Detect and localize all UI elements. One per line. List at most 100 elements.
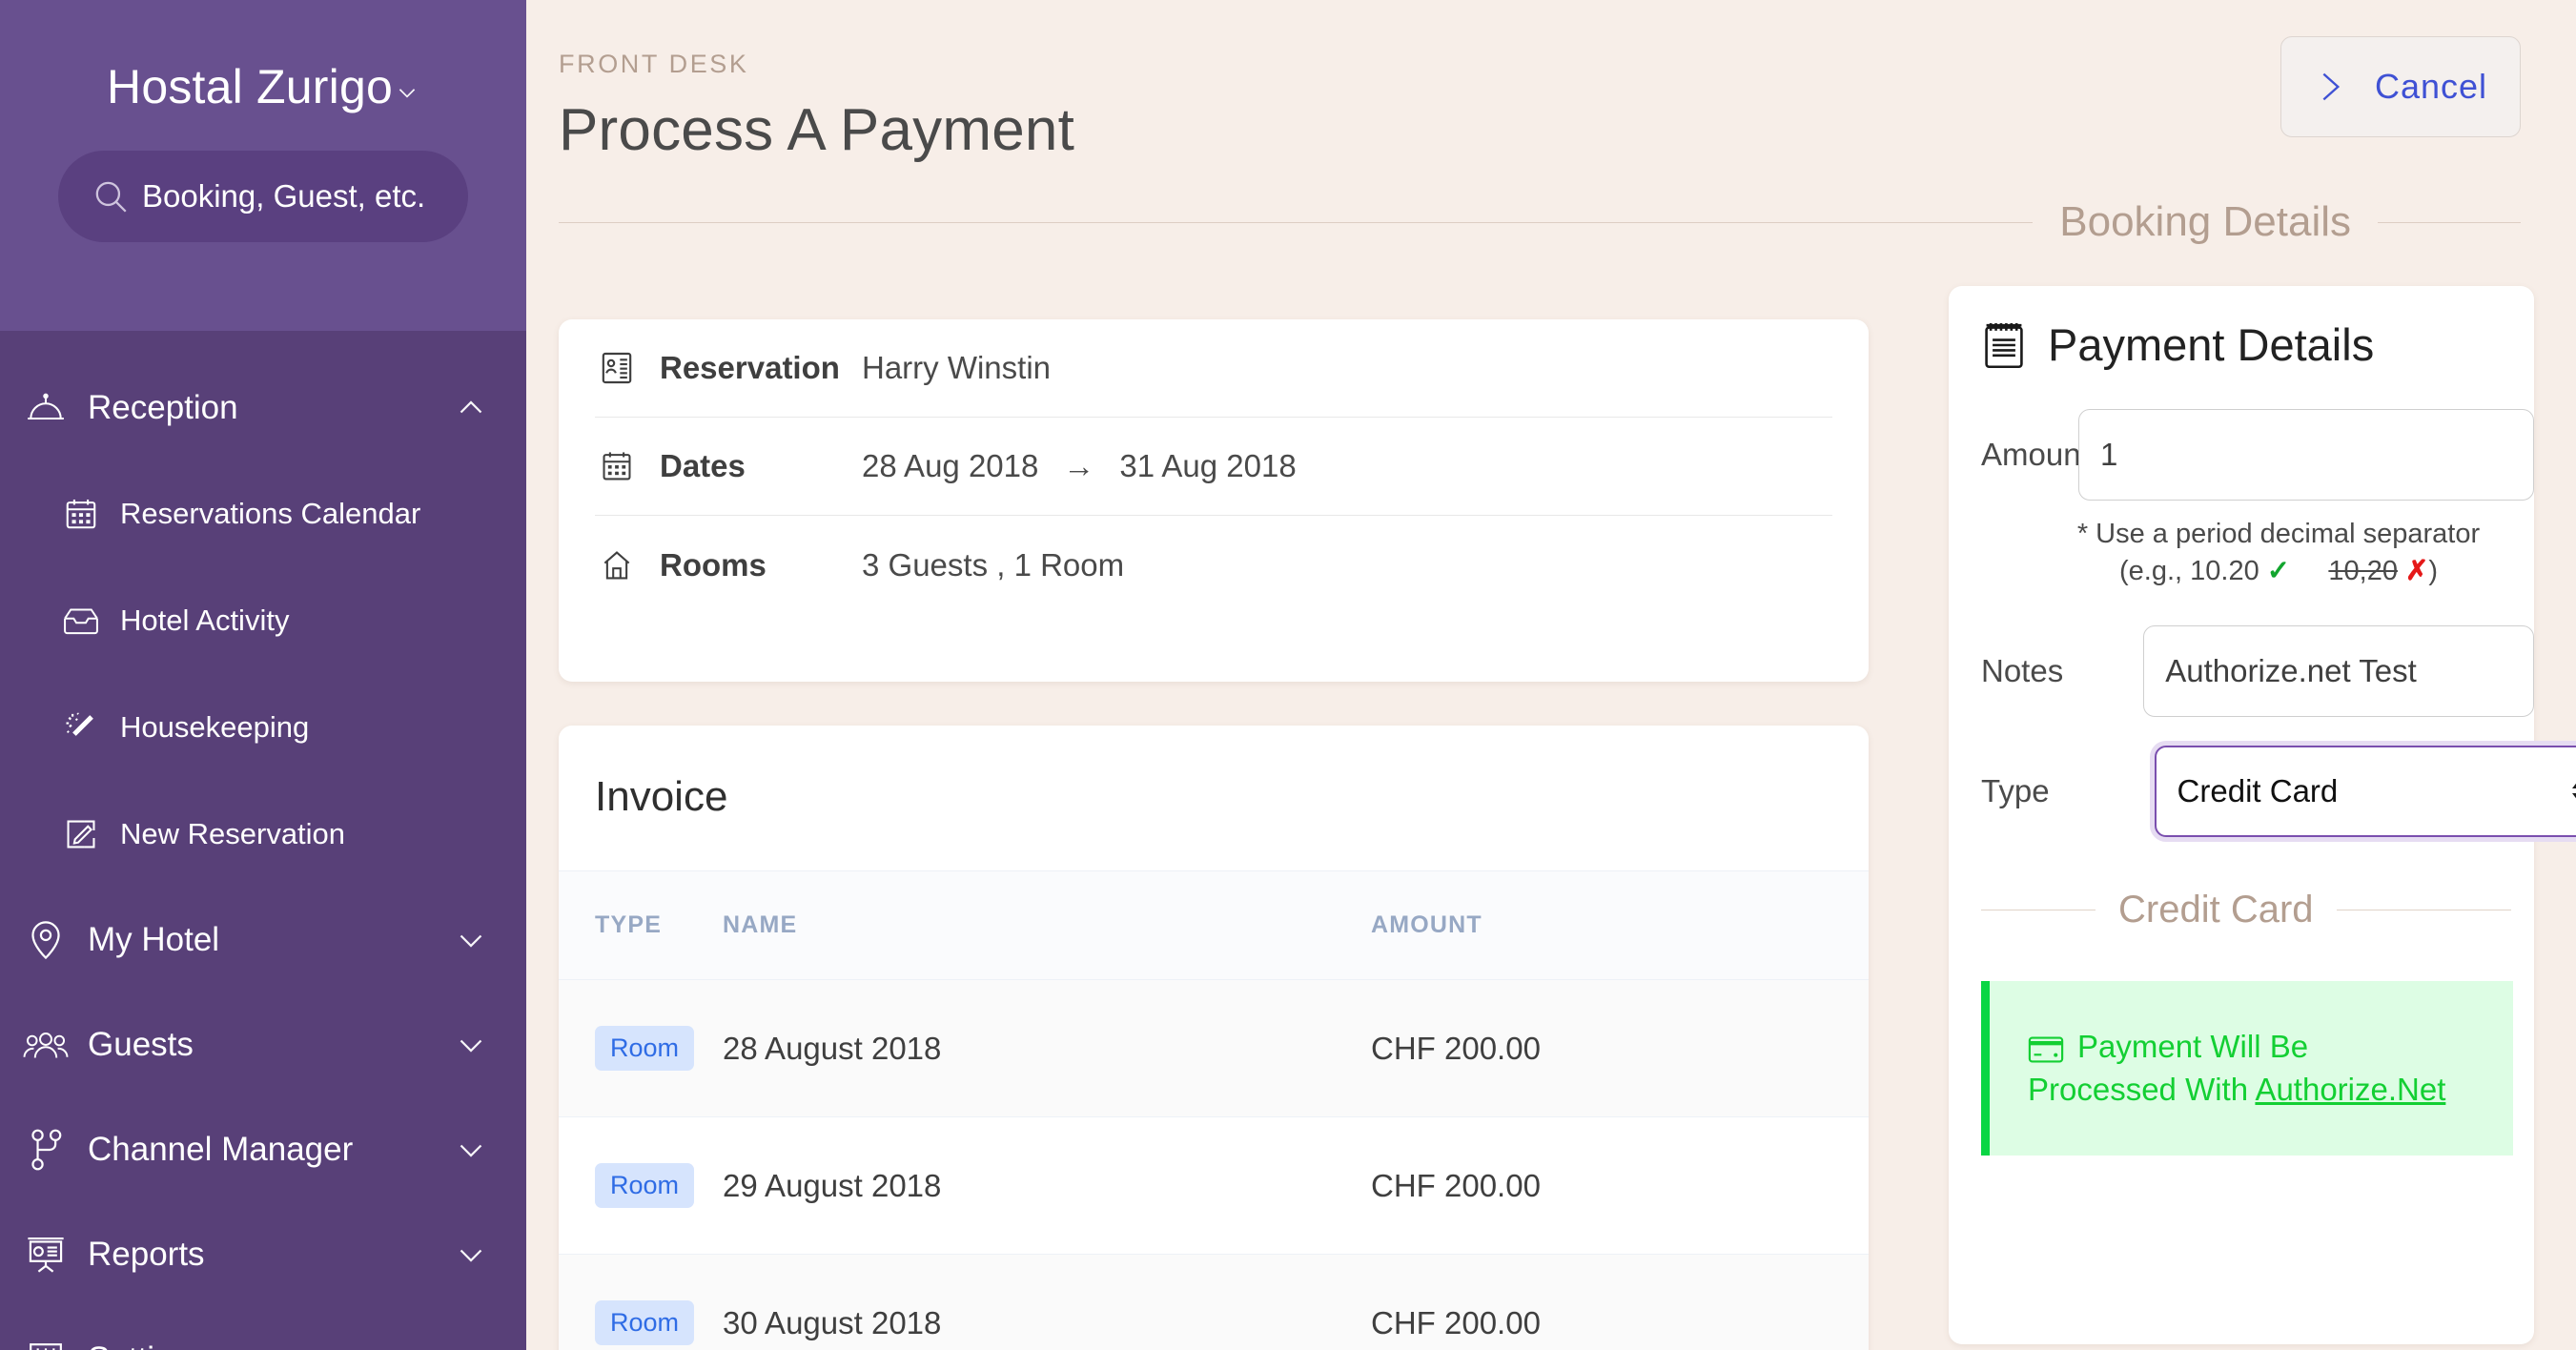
sidebar-subitem-label: Hotel Activity <box>120 603 290 637</box>
payment-details-title: Payment Details <box>2048 319 2375 370</box>
sidebar-item-channel-manager[interactable]: Channel Manager <box>0 1097 526 1202</box>
amount-input-value: 1 <box>2100 437 2118 472</box>
sidebar-item-label: Settings <box>88 1340 454 1350</box>
sidebar-item-label: Reports <box>88 1236 205 1273</box>
status-badge: Room <box>595 1163 695 1208</box>
chevron-updown-icon <box>2571 776 2576 807</box>
chevron-down-icon <box>395 80 419 105</box>
credit-card-divider: Credit Card <box>1981 889 2511 931</box>
search-input[interactable]: Booking, Guest, etc. <box>58 151 468 242</box>
divider-line-left <box>559 221 2034 223</box>
magic-wand-icon <box>59 709 103 746</box>
page-title: Process A Payment <box>559 97 1074 163</box>
inbox-icon <box>59 604 103 637</box>
brand-switcher[interactable]: Hostal Zurigo <box>0 59 526 114</box>
credit-card-icon <box>2028 1036 2064 1063</box>
brand-name: Hostal Zurigo <box>107 60 393 113</box>
booking-row-label: Dates <box>660 448 746 483</box>
calendar-icon <box>595 448 639 484</box>
invoice-cell-name: 29 August 2018 <box>723 1116 1371 1255</box>
notes-input-value: Authorize.net Test <box>2165 652 2417 688</box>
booking-details-title: Booking Details <box>2059 198 2351 245</box>
sidebar-item-reception[interactable]: Reception <box>0 356 526 460</box>
status-badge: Room <box>595 1026 695 1071</box>
invoice-table-body: Room 28 August 2018 CHF 200.00 Room 29 A… <box>559 979 1869 1350</box>
sliders-icon <box>21 1340 71 1350</box>
hint-suffix: ) <box>2428 556 2438 587</box>
edit-square-icon <box>59 816 103 852</box>
sidebar-item-my-hotel[interactable]: My Hotel <box>0 888 526 992</box>
chevron-down-icon <box>454 1342 488 1350</box>
sidebar-nav: Reception Reservations Calendar Hotel Ac… <box>0 331 526 1350</box>
notes-label: Notes <box>1981 652 2064 688</box>
cancel-button[interactable]: Cancel <box>2280 36 2521 137</box>
booking-row-label: Reservation <box>660 350 840 385</box>
column-header-type: TYPE <box>559 870 723 980</box>
divider-line-right <box>2378 221 2521 223</box>
search-icon <box>91 176 131 216</box>
calendar-icon <box>59 496 103 532</box>
status-badge: Room <box>595 1300 695 1345</box>
sidebar-item-housekeeping[interactable]: Housekeeping <box>0 674 526 781</box>
app-root: Hostal Zurigo Booking, Guest, etc. Recep… <box>0 0 2576 1350</box>
amount-hint-line2: (e.g., 10.20 ✓ 10,20 ✗) <box>2031 553 2526 590</box>
invoice-header-row: TYPE NAME AMOUNT <box>559 870 1869 980</box>
booking-details-card: Reservation Harry Winstin Dates 28 Aug 2… <box>559 319 1869 682</box>
breadcrumb: FRONT DESK <box>559 50 749 78</box>
sidebar-item-settings[interactable]: Settings <box>0 1307 526 1350</box>
amount-hint: * Use a period decimal separator (e.g., … <box>2031 516 2526 591</box>
invoice-cell-name: 28 August 2018 <box>723 979 1371 1117</box>
type-select-value: Credit Card <box>2177 772 2339 808</box>
cross-icon: ✗ <box>2405 556 2429 587</box>
sidebar-item-label: Reception <box>88 389 238 426</box>
invoice-cell-amount: CHF 200.00 <box>1371 1116 1869 1255</box>
sidebar: Hostal Zurigo Booking, Guest, etc. Recep… <box>0 0 526 1350</box>
type-select[interactable]: Credit Card <box>2154 745 2576 837</box>
sidebar-item-label: Guests <box>88 1026 194 1063</box>
cancel-button-label: Cancel <box>2374 67 2488 106</box>
date-from: 28 Aug 2018 <box>862 448 1039 483</box>
amount-input[interactable]: 1 <box>2078 409 2534 501</box>
chevron-down-icon <box>454 1028 488 1062</box>
payment-details-header: Payment Details <box>1949 286 2534 371</box>
branch-icon <box>21 1129 71 1171</box>
authorize-net-notice: Payment Will Be Processed With Authorize.… <box>1981 980 2513 1156</box>
payment-details-card: Payment Details Amount 1 * Use a period … <box>1949 286 2576 1344</box>
search-placeholder: Booking, Guest, etc. <box>142 178 426 214</box>
booking-row-reservation: Reservation Harry Winstin <box>595 319 1832 418</box>
right-column: Payment Details Amount 1 * Use a period … <box>1949 286 2576 1344</box>
notes-field-row: Notes Authorize.net Test <box>1949 624 2534 717</box>
authorize-net-link[interactable]: Authorize.Net <box>2255 1072 2445 1107</box>
invoice-cell-amount: CHF 200.00 <box>1371 979 1869 1117</box>
sidebar-item-guests[interactable]: Guests <box>0 992 526 1097</box>
invoice-card: Invoice TYPE NAME AMOUNT Room 28 August … <box>559 726 1869 1350</box>
column-header-amount: AMOUNT <box>1371 870 1869 980</box>
table-row[interactable]: Room 29 August 2018 CHF 200.00 <box>559 1116 1869 1255</box>
check-icon: ✓ <box>2266 556 2291 587</box>
map-pin-icon <box>21 919 71 961</box>
sidebar-item-reservations-calendar[interactable]: Reservations Calendar <box>0 460 526 567</box>
booking-row-label: Rooms <box>660 546 767 583</box>
sidebar-item-new-reservation[interactable]: New Reservation <box>0 781 526 888</box>
sidebar-subitem-label: Housekeeping <box>120 710 310 744</box>
page-header: FRONT DESK Process A Payment Cancel <box>526 0 2576 164</box>
notes-input[interactable]: Authorize.net Test <box>2143 624 2534 717</box>
invoice-table-head: TYPE NAME AMOUNT <box>559 870 1869 980</box>
booking-details-divider: Booking Details <box>559 198 2521 246</box>
house-icon <box>595 547 639 583</box>
notice-line2: Processed With <box>2028 1072 2256 1108</box>
amount-label: Amount <box>1981 437 2090 472</box>
table-row[interactable]: Room 28 August 2018 CHF 200.00 <box>559 979 1869 1117</box>
left-column: Reservation Harry Winstin Dates 28 Aug 2… <box>559 286 1869 1350</box>
type-label: Type <box>1981 772 2050 808</box>
sidebar-item-reports[interactable]: Reports <box>0 1202 526 1307</box>
sidebar-item-hotel-activity[interactable]: Hotel Activity <box>0 567 526 674</box>
sidebar-subitem-label: New Reservation <box>120 817 346 850</box>
sidebar-header: Hostal Zurigo Booking, Guest, etc. <box>0 0 526 331</box>
invoice-table: TYPE NAME AMOUNT Room 28 August 2018 CHF… <box>559 870 1869 1350</box>
chevron-right-icon <box>2314 68 2346 106</box>
table-row[interactable]: Room 30 August 2018 CHF 200.00 <box>559 1254 1869 1350</box>
notepad-icon <box>1981 320 2027 370</box>
amount-hint-line1: * Use a period decimal separator <box>2076 519 2481 549</box>
hint-prefix: (e.g., 10.20 <box>2118 556 2259 587</box>
